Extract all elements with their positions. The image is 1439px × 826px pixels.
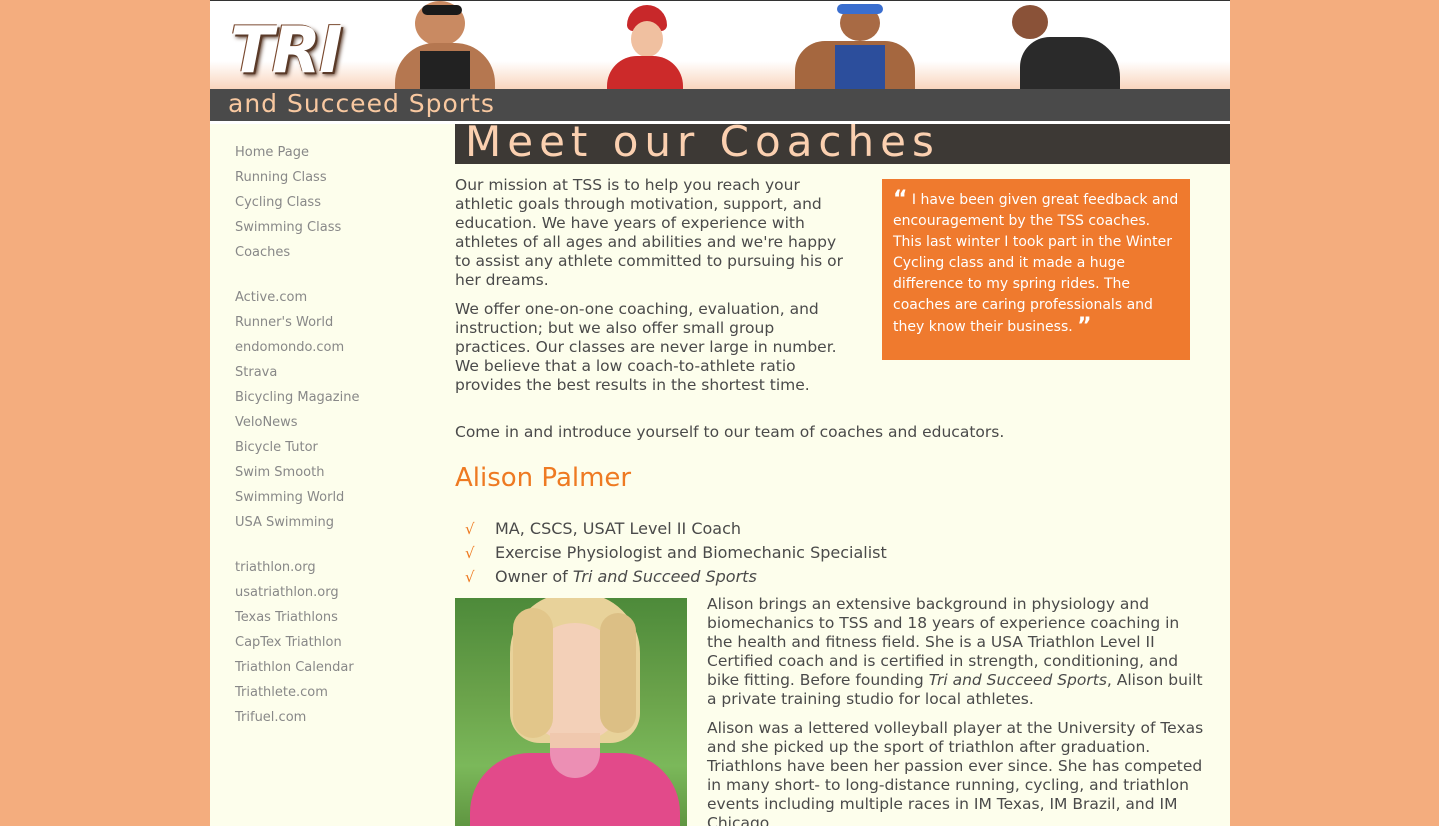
link-runners-world[interactable]: Runner's World <box>235 310 435 335</box>
link-texas-triathlons[interactable]: Texas Triathlons <box>235 605 435 630</box>
header-banner: TRI and Succeed Sports <box>210 0 1230 124</box>
credential-item: √ MA, CSCS, USAT Level II Coach <box>465 517 887 541</box>
woman-runner-image <box>1000 1 1130 89</box>
sidebar: Home Page Running Class Cycling Class Sw… <box>235 140 435 730</box>
intro-closing: Come in and introduce yourself to our te… <box>455 423 1005 441</box>
check-icon: √ <box>465 568 475 586</box>
check-icon: √ <box>465 520 475 538</box>
coach-photo <box>455 598 687 826</box>
page-title: Meet our Coaches <box>465 117 940 166</box>
open-quote-icon: “ <box>893 187 908 212</box>
coach-bio: Alison brings an extensive background in… <box>707 595 1207 826</box>
link-bicycle-tutor[interactable]: Bicycle Tutor <box>235 435 435 460</box>
testimonial-quote: “ I have been given great feedback and e… <box>882 179 1190 360</box>
link-usa-swimming[interactable]: USA Swimming <box>235 510 435 535</box>
link-swimming-world[interactable]: Swimming World <box>235 485 435 510</box>
intro-paragraph-1: Our mission at TSS is to help you reach … <box>455 176 843 289</box>
link-active[interactable]: Active.com <box>235 285 435 310</box>
link-velonews[interactable]: VeloNews <box>235 410 435 435</box>
external-links-sports: Active.com Runner's World endomondo.com … <box>235 285 435 535</box>
link-triathlon-calendar[interactable]: Triathlon Calendar <box>235 655 435 680</box>
link-captex-triathlon[interactable]: CapTex Triathlon <box>235 630 435 655</box>
link-swim-smooth[interactable]: Swim Smooth <box>235 460 435 485</box>
page-container: TRI and Succeed Sports Home Page Running… <box>210 0 1230 826</box>
credential-item: √ Owner of Tri and Succeed Sports <box>465 565 887 589</box>
testimonial-text: I have been given great feedback and enc… <box>893 192 1179 335</box>
nav-coaches[interactable]: Coaches <box>235 240 435 265</box>
coach-credentials: √ MA, CSCS, USAT Level II Coach √ Exercise… <box>465 517 887 589</box>
nav-running-class[interactable]: Running Class <box>235 165 435 190</box>
intro-paragraph-2: We offer one-on-one coaching, evaluation… <box>455 300 837 394</box>
link-bicycling-magazine[interactable]: Bicycling Magazine <box>235 385 435 410</box>
cyclist-image <box>605 1 685 89</box>
check-icon: √ <box>465 544 475 562</box>
credential-item: √ Exercise Physiologist and Biomechanic S… <box>465 541 887 565</box>
site-nav: Home Page Running Class Cycling Class Sw… <box>235 140 435 265</box>
link-endomondo[interactable]: endomondo.com <box>235 335 435 360</box>
nav-home[interactable]: Home Page <box>235 140 435 165</box>
swimmer-image <box>380 1 510 89</box>
link-strava[interactable]: Strava <box>235 360 435 385</box>
close-quote-icon: ” <box>1077 314 1092 339</box>
link-triathlon-org[interactable]: triathlon.org <box>235 555 435 580</box>
main-content: Meet our Coaches Our mission at TSS is t… <box>455 117 1230 826</box>
nav-swimming-class[interactable]: Swimming Class <box>235 215 435 240</box>
bio-paragraph-2: Alison was a lettered volleyball player … <box>707 719 1204 826</box>
intro-text: Our mission at TSS is to help you reach … <box>455 176 850 395</box>
link-trifuel[interactable]: Trifuel.com <box>235 705 435 730</box>
logo-subtitle: and Succeed Sports <box>228 89 495 118</box>
coach-name: Alison Palmer <box>455 463 632 493</box>
external-links-triathlon: triathlon.org usatriathlon.org Texas Tri… <box>235 555 435 730</box>
nav-cycling-class[interactable]: Cycling Class <box>235 190 435 215</box>
logo-tri[interactable]: TRI <box>230 15 343 87</box>
bio-paragraph-1: Alison brings an extensive background in… <box>707 595 1203 708</box>
title-bar: Meet our Coaches <box>455 117 1230 166</box>
link-usatriathlon[interactable]: usatriathlon.org <box>235 580 435 605</box>
runner-image <box>755 1 935 89</box>
link-triathlete[interactable]: Triathlete.com <box>235 680 435 705</box>
